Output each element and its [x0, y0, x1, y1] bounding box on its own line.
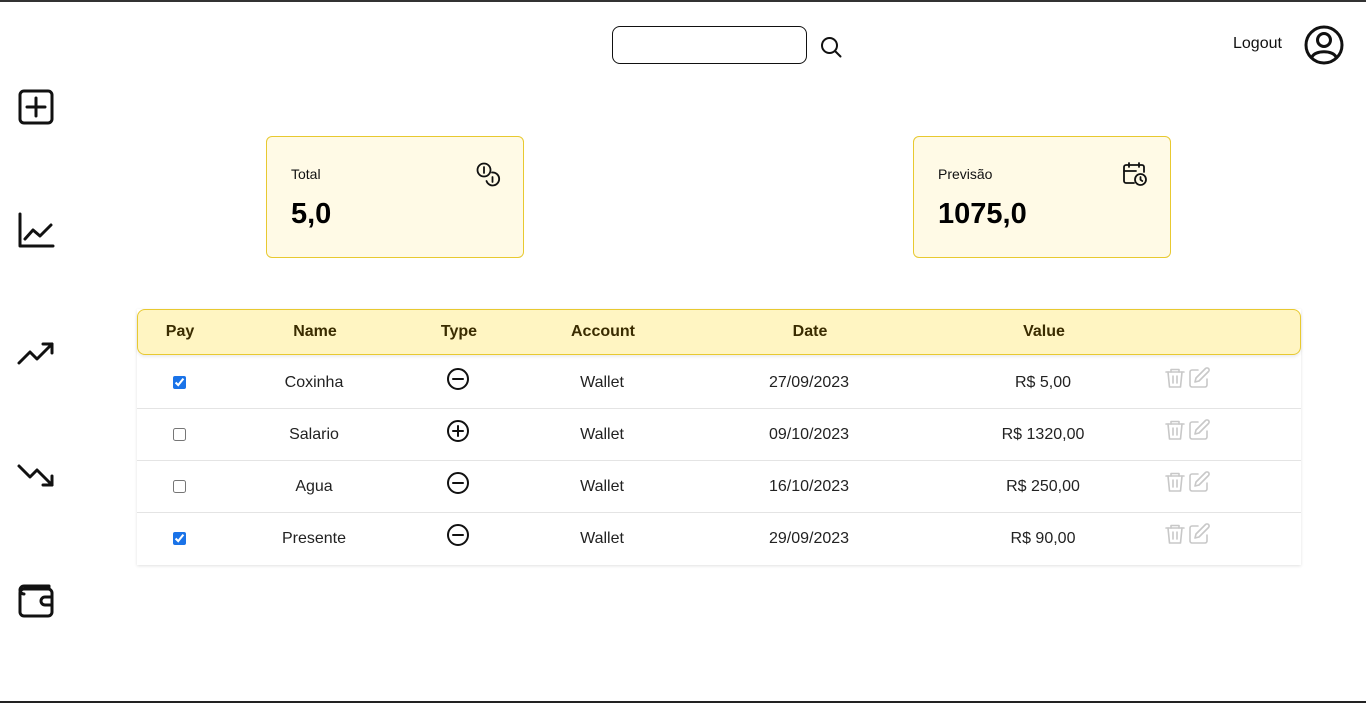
- plus-circle-icon[interactable]: [446, 419, 470, 443]
- row-name: Agua: [295, 478, 333, 495]
- plus-square-icon[interactable]: [16, 87, 56, 127]
- forecast-card: Previsão 1075,0: [913, 136, 1171, 258]
- trash-icon[interactable]: [1163, 366, 1187, 390]
- user-circle-icon[interactable]: [1303, 24, 1345, 66]
- row-date: 29/09/2023: [768, 530, 850, 547]
- minus-circle-icon[interactable]: [446, 471, 470, 495]
- logout-button[interactable]: Logout: [1233, 35, 1282, 53]
- forecast-value: 1075,0: [938, 198, 1027, 230]
- trending-down-icon[interactable]: [16, 455, 56, 495]
- trash-icon[interactable]: [1163, 470, 1187, 494]
- pay-checkbox[interactable]: [173, 532, 186, 545]
- total-card: Total 5,0: [266, 136, 524, 258]
- edit-icon[interactable]: [1187, 470, 1211, 494]
- row-date: 16/10/2023: [768, 478, 850, 495]
- coins-icon: [476, 162, 501, 187]
- pay-checkbox[interactable]: [173, 376, 186, 389]
- trending-up-icon[interactable]: [16, 333, 56, 373]
- line-chart-icon[interactable]: [16, 210, 56, 250]
- total-label: Total: [291, 166, 321, 182]
- search-icon[interactable]: [819, 35, 843, 59]
- table-row: Presente Wallet 29/09/2023 R$ 90,00: [137, 513, 1301, 565]
- table-row: Salario Wallet 09/10/2023 R$ 1320,00: [137, 409, 1301, 461]
- row-account: Wallet: [580, 478, 624, 495]
- table-header: Pay Name Type Account Date Value: [137, 309, 1301, 355]
- header-name: Name: [293, 323, 337, 340]
- edit-icon[interactable]: [1187, 366, 1211, 390]
- row-value: R$ 1320,00: [1001, 426, 1085, 443]
- row-account: Wallet: [580, 530, 624, 547]
- transactions-table: Pay Name Type Account Date Value Coxinha…: [137, 309, 1301, 565]
- table-row: Coxinha Wallet 27/09/2023 R$ 5,00: [137, 357, 1301, 409]
- table-row: Agua Wallet 16/10/2023 R$ 250,00: [137, 461, 1301, 513]
- trash-icon[interactable]: [1163, 522, 1187, 546]
- minus-circle-icon[interactable]: [446, 367, 470, 391]
- edit-icon[interactable]: [1187, 522, 1211, 546]
- row-date: 27/09/2023: [768, 374, 850, 391]
- row-account: Wallet: [580, 426, 624, 443]
- wallet-icon[interactable]: [16, 580, 56, 620]
- minus-circle-icon[interactable]: [446, 523, 470, 547]
- total-value: 5,0: [291, 198, 332, 230]
- row-value: R$ 5,00: [1014, 374, 1072, 391]
- header-account: Account: [571, 323, 635, 340]
- row-value: R$ 90,00: [1010, 530, 1076, 547]
- header-value: Value: [1023, 323, 1065, 340]
- row-value: R$ 250,00: [1006, 478, 1080, 495]
- header-type: Type: [440, 323, 478, 340]
- search-input[interactable]: [612, 26, 807, 64]
- pay-checkbox[interactable]: [173, 480, 186, 493]
- calendar-clock-icon: [1123, 162, 1147, 186]
- pay-checkbox[interactable]: [173, 428, 186, 441]
- forecast-label: Previsão: [938, 166, 993, 182]
- row-name: Coxinha: [284, 374, 344, 391]
- row-name: Presente: [281, 530, 347, 547]
- header-pay: Pay: [165, 323, 195, 340]
- row-account: Wallet: [580, 374, 624, 391]
- row-name: Salario: [289, 426, 339, 443]
- row-date: 09/10/2023: [768, 426, 850, 443]
- trash-icon[interactable]: [1163, 418, 1187, 442]
- header-date: Date: [792, 323, 828, 340]
- edit-icon[interactable]: [1187, 418, 1211, 442]
